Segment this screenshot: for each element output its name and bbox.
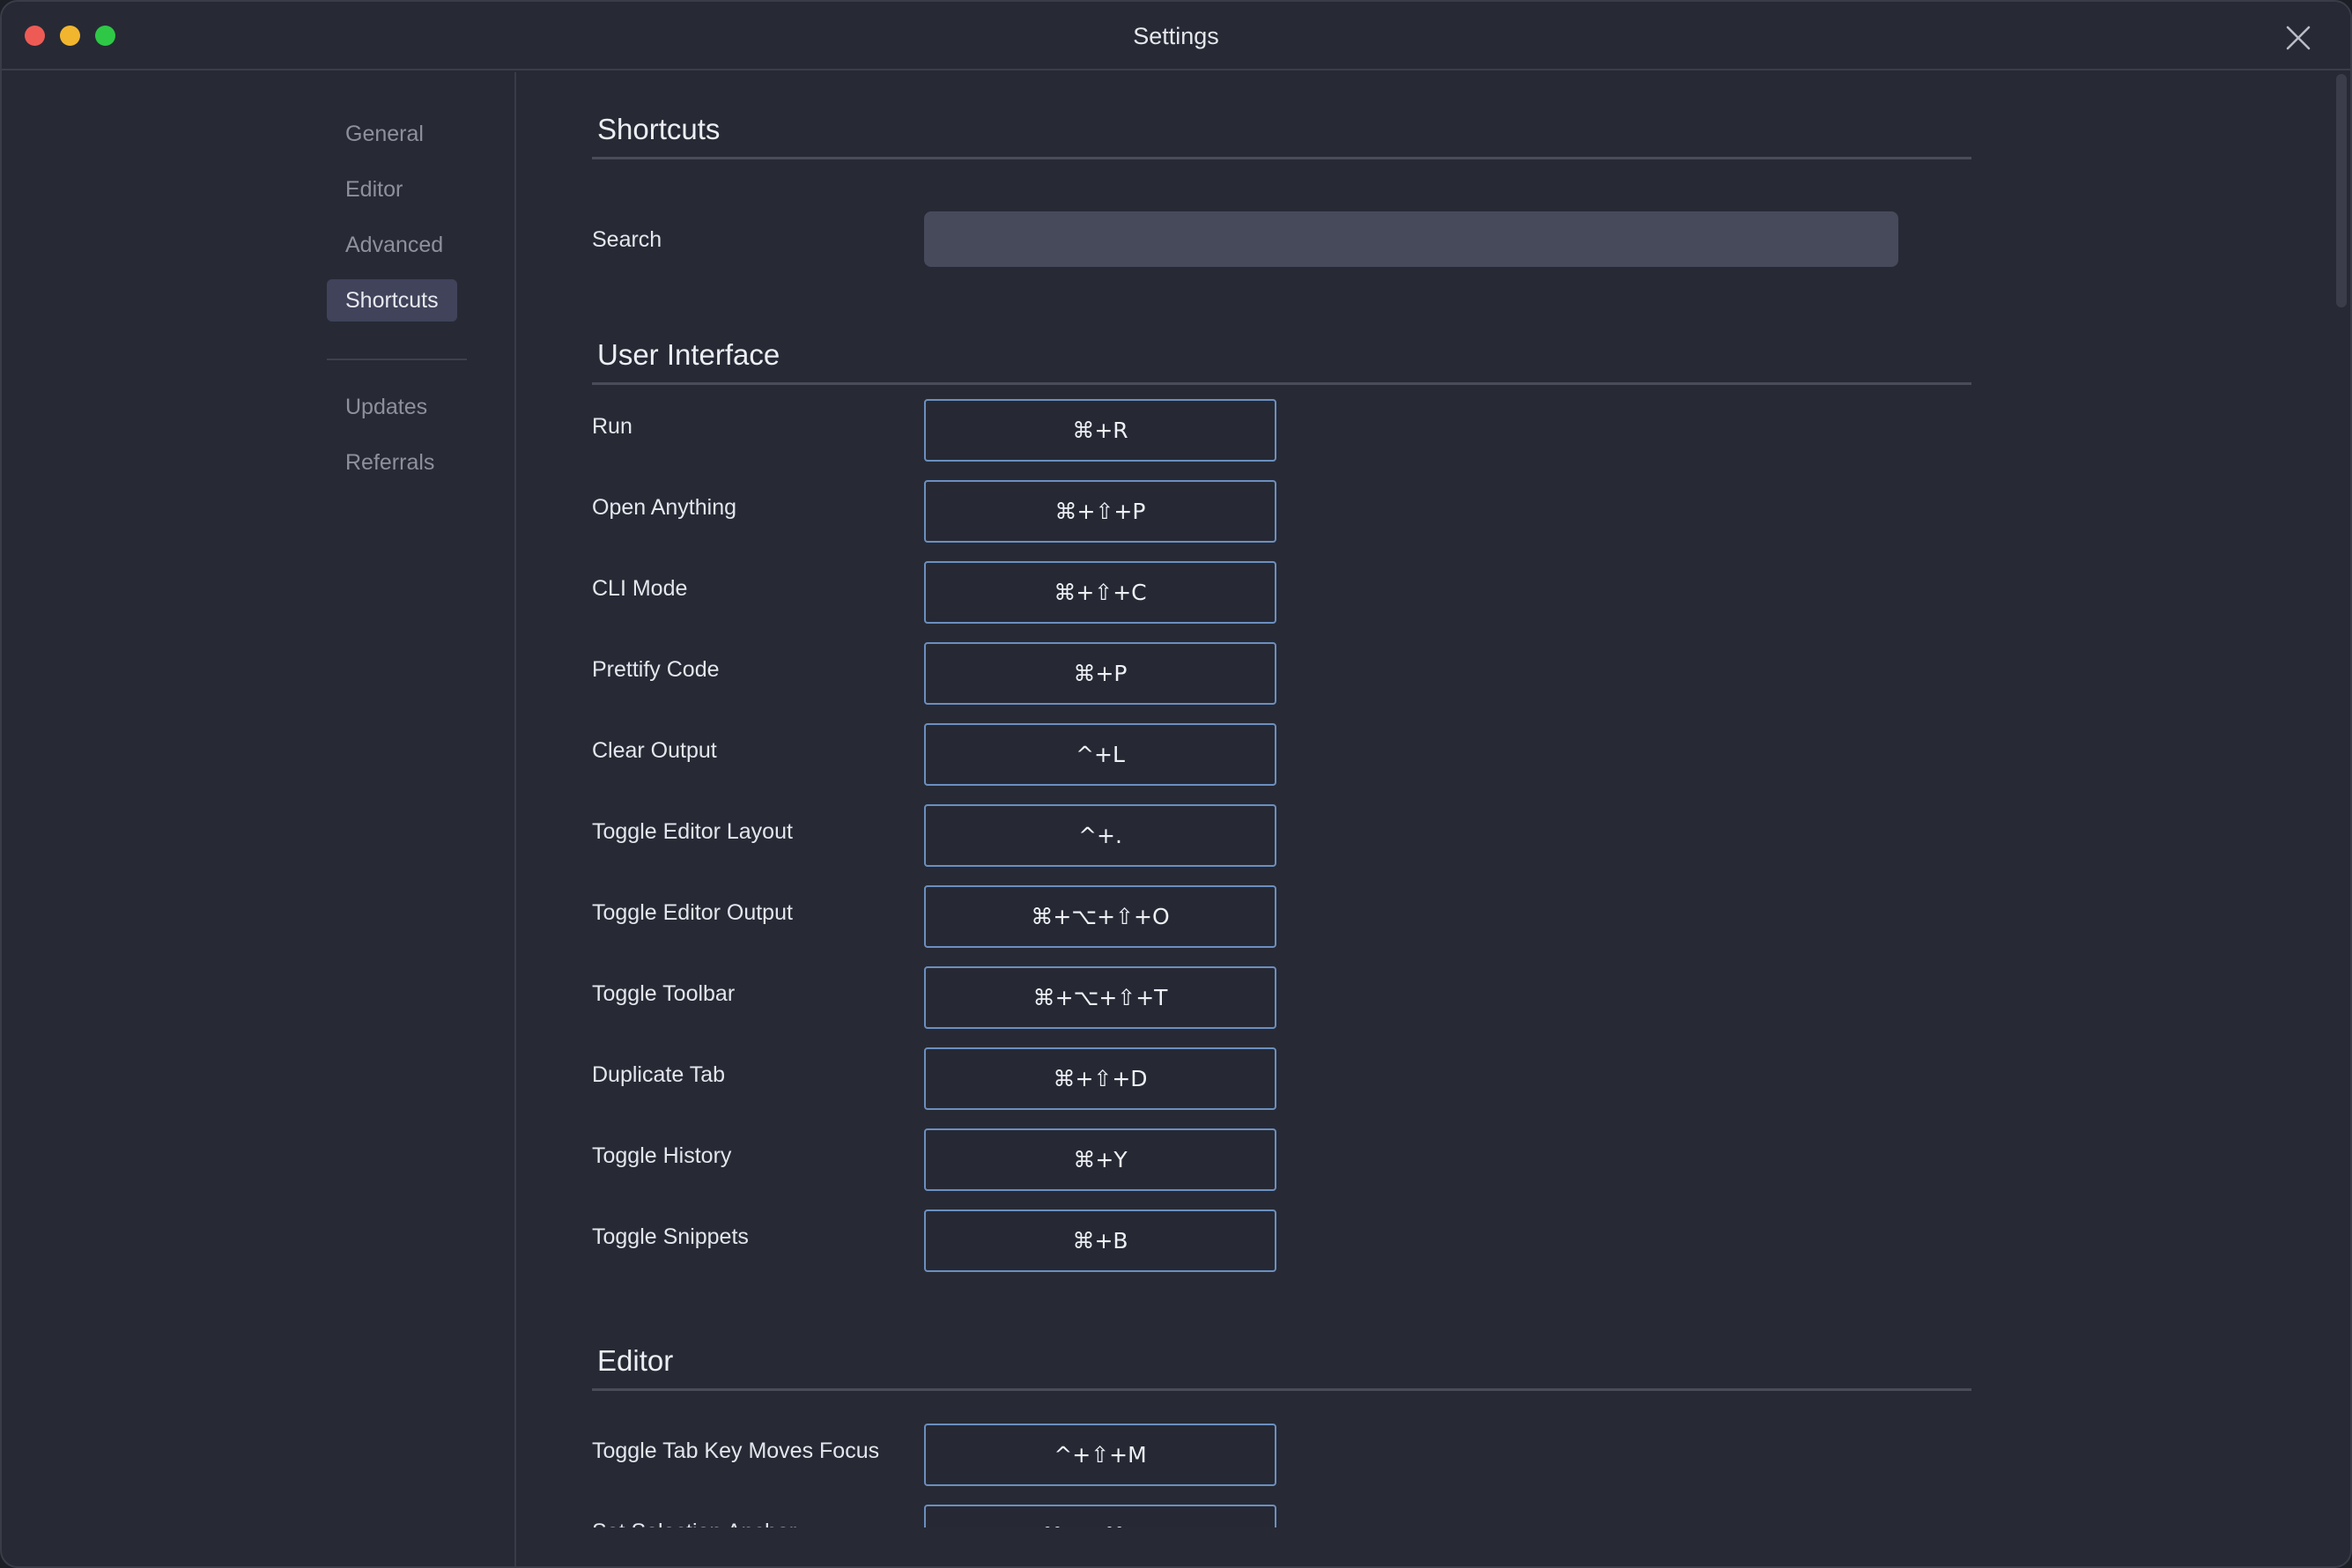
editor-heading: Editor [597,1344,674,1377]
user-interface-heading: User Interface [597,338,780,371]
title-bar: Settings [2,2,2350,70]
shortcut-label-prettify-code: Prettify Code [592,657,720,682]
shortcuts-heading: Shortcuts [597,113,721,145]
shortcut-key-toggle-editor-layout[interactable]: ^+. [924,804,1276,867]
shortcut-key-duplicate-tab[interactable]: ⌘+⇧+D [924,1047,1276,1110]
search-label: Search [592,227,662,252]
settings-sidebar: General Editor Advanced Shortcuts Update… [2,72,516,1566]
shortcut-key-toggle-history[interactable]: ⌘+Y [924,1128,1276,1191]
shortcut-label-toggle-editor-output: Toggle Editor Output [592,900,793,925]
settings-window: Settings General Editor Advanced Shortcu… [0,0,2352,1568]
close-icon[interactable] [2285,25,2311,51]
section-divider [592,1388,1971,1391]
shortcut-label-run: Run [592,414,632,439]
shortcut-key-cli-mode[interactable]: ⌘+⇧+C [924,561,1276,624]
shortcut-label-set-selection-anchor: Set Selection Anchor [592,1520,796,1527]
sidebar-item-general[interactable]: General [327,113,442,155]
sidebar-divider [327,359,467,360]
settings-content: Shortcuts Search User Interface Run ⌘+R … [518,72,2350,1527]
shortcut-label-clear-output: Clear Output [592,738,717,763]
sidebar-item-editor[interactable]: Editor [327,168,421,211]
shortcut-label-toggle-history: Toggle History [592,1143,732,1168]
shortcut-key-toggle-toolbar[interactable]: ⌘+⌥+⇧+T [924,966,1276,1029]
section-divider [592,157,1971,159]
shortcut-label-toggle-tab-key-moves-focus: Toggle Tab Key Moves Focus [592,1439,880,1463]
shortcut-label-toggle-toolbar: Toggle Toolbar [592,981,736,1006]
shortcut-label-duplicate-tab: Duplicate Tab [592,1062,726,1087]
shortcut-label-cli-mode: CLI Mode [592,576,688,601]
shortcut-key-run[interactable]: ⌘+R [924,399,1276,462]
scrollbar-thumb[interactable] [2336,74,2347,307]
shortcut-key-prettify-code[interactable]: ⌘+P [924,642,1276,705]
shortcut-key-set-selection-anchor[interactable]: ⌘+K ⌘+B [924,1505,1276,1527]
shortcut-label-open-anything: Open Anything [592,495,737,520]
sidebar-item-advanced[interactable]: Advanced [327,224,462,266]
window-title: Settings [1133,23,1219,49]
sidebar-item-referrals[interactable]: Referrals [327,441,453,484]
shortcut-key-toggle-snippets[interactable]: ⌘+B [924,1209,1276,1272]
shortcut-label-toggle-snippets: Toggle Snippets [592,1224,749,1249]
sidebar-item-shortcuts[interactable]: Shortcuts [327,279,457,322]
shortcut-key-open-anything[interactable]: ⌘+⇧+P [924,480,1276,543]
section-divider [592,382,1971,385]
sidebar-item-updates[interactable]: Updates [327,386,446,428]
shortcut-key-clear-output[interactable]: ^+L [924,723,1276,786]
shortcut-key-toggle-tab-key-moves-focus[interactable]: ^+⇧+M [924,1424,1276,1486]
shortcut-key-toggle-editor-output[interactable]: ⌘+⌥+⇧+O [924,885,1276,948]
shortcut-label-toggle-editor-layout: Toggle Editor Layout [592,819,793,844]
search-input[interactable] [924,211,1898,267]
